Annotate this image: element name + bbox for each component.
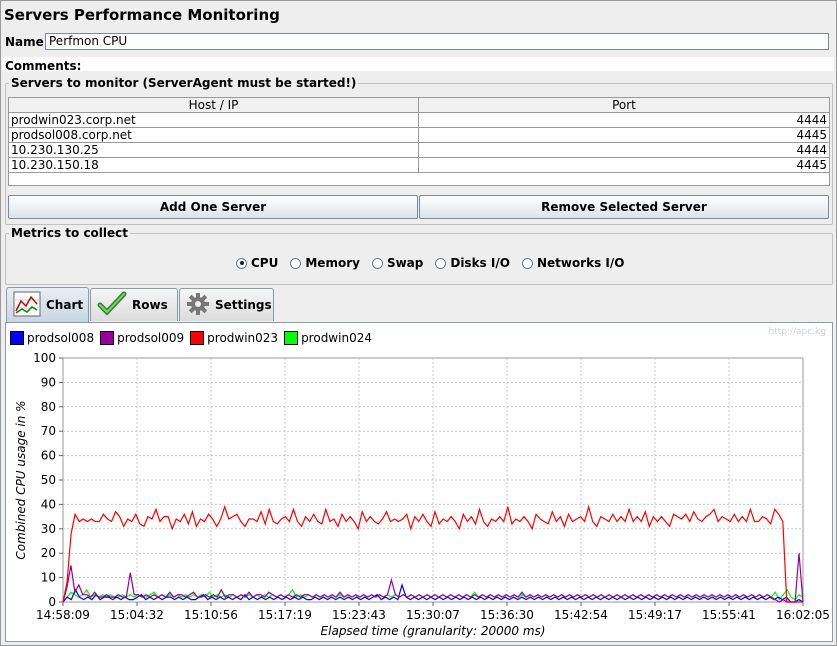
radio-swap[interactable]: Swap xyxy=(371,256,424,270)
x-tick-label: 15:04:32 xyxy=(110,608,164,622)
tab-label: Settings xyxy=(215,298,272,312)
port-cell[interactable]: 4444 xyxy=(418,142,830,158)
x-tick-label: 15:17:19 xyxy=(258,608,312,622)
metrics-radio-group: CPU Memory Swap Disks I/O Networks I/O xyxy=(236,256,624,270)
add-server-button[interactable]: Add One Server xyxy=(8,195,418,219)
chart-icon xyxy=(13,291,41,320)
y-tick-label: 40 xyxy=(41,497,56,511)
remove-server-button[interactable]: Remove Selected Server xyxy=(419,195,829,219)
host-cell[interactable]: 10.230.150.18 xyxy=(8,157,419,173)
x-tick-label: 15:23:43 xyxy=(332,608,386,622)
servers-group-title: Servers to monitor (ServerAgent must be … xyxy=(9,76,359,90)
x-tick-label: 14:58:09 xyxy=(36,608,90,622)
table-row[interactable]: 10.230.130.25 4444 xyxy=(8,142,830,158)
radio-label: Disks I/O xyxy=(450,256,510,270)
port-cell[interactable]: 4444 xyxy=(418,112,830,128)
host-cell[interactable]: prodwin023.corp.net xyxy=(8,112,419,128)
radio-label: Swap xyxy=(386,256,424,270)
y-tick-label: 50 xyxy=(41,473,56,487)
tab-label: Rows xyxy=(132,298,168,312)
cpu-chart: 0 10 20 30 40 50 60 70 80 90 100 14:58:09 15:04:32 15… xyxy=(14,351,830,638)
y-tick-label: 60 xyxy=(41,449,56,463)
radio-unselected-icon xyxy=(371,257,383,269)
comments-field[interactable] xyxy=(2,57,834,71)
panel-title: Servers Performance Monitoring xyxy=(4,6,280,24)
servers-table: Host / IP Port prodwin023.corp.net 4444 … xyxy=(8,97,830,186)
y-tick-label: 30 xyxy=(41,522,56,536)
x-tick-label: 15:49:17 xyxy=(628,608,682,622)
comments-label: Comments: xyxy=(5,59,82,73)
radio-unselected-icon xyxy=(435,257,447,269)
tab-chart[interactable]: Chart xyxy=(6,287,89,322)
radio-unselected-icon xyxy=(290,257,302,269)
y-tick-label: 0 xyxy=(48,595,56,609)
checkmark-icon xyxy=(97,291,127,320)
y-tick-label: 90 xyxy=(41,375,56,389)
host-cell[interactable]: prodsol008.corp.net xyxy=(8,127,419,143)
port-cell[interactable]: 4445 xyxy=(418,157,830,173)
table-row-empty xyxy=(8,172,830,186)
x-tick-label: 16:02:05 xyxy=(776,608,830,622)
tab-settings[interactable]: Settings xyxy=(179,288,274,321)
chart-panel: http://apc.kg prodsol008 prodsol009 prod… xyxy=(5,322,833,642)
radio-label: Memory xyxy=(305,256,360,270)
tab-label: Chart xyxy=(46,298,84,312)
tab-rows[interactable]: Rows xyxy=(90,288,178,321)
radio-label: Networks I/O xyxy=(536,256,625,270)
x-tick-label: 15:30:07 xyxy=(406,608,460,622)
name-field[interactable]: Perfmon CPU xyxy=(45,33,829,50)
radio-cpu[interactable]: CPU xyxy=(236,256,278,270)
metrics-group-title: Metrics to collect xyxy=(9,226,131,240)
x-tick-label: 15:55:41 xyxy=(702,608,756,622)
x-axis-label: Elapsed time (granularity: 20000 ms) xyxy=(321,624,546,638)
y-tick-label: 70 xyxy=(41,424,56,438)
radio-disks-io[interactable]: Disks I/O xyxy=(435,256,510,270)
radio-networks-io[interactable]: Networks I/O xyxy=(521,256,625,270)
table-row[interactable]: prodwin023.corp.net 4444 xyxy=(8,112,830,128)
port-cell[interactable]: 4445 xyxy=(418,127,830,143)
radio-unselected-icon xyxy=(521,257,533,269)
y-tick-label: 100 xyxy=(33,351,56,365)
table-row[interactable]: prodsol008.corp.net 4445 xyxy=(8,127,830,143)
column-header-host[interactable]: Host / IP xyxy=(8,97,419,113)
x-tick-label: 15:42:54 xyxy=(554,608,608,622)
radio-memory[interactable]: Memory xyxy=(290,256,360,270)
radio-selected-icon xyxy=(236,257,247,269)
table-row[interactable]: 10.230.150.18 4445 xyxy=(8,157,830,173)
x-tick-label: 15:36:30 xyxy=(480,608,534,622)
y-tick-label: 80 xyxy=(41,400,56,414)
name-label: Name: xyxy=(5,35,49,49)
column-header-port[interactable]: Port xyxy=(418,97,830,113)
radio-label: CPU xyxy=(251,256,279,270)
y-tick-label: 10 xyxy=(41,571,56,585)
host-cell[interactable]: 10.230.130.25 xyxy=(8,142,419,158)
x-tick-label: 15:10:56 xyxy=(184,608,238,622)
y-tick-label: 20 xyxy=(41,546,56,560)
gear-icon xyxy=(186,292,210,319)
y-axis-label: Combined CPU usage in % xyxy=(14,400,28,559)
